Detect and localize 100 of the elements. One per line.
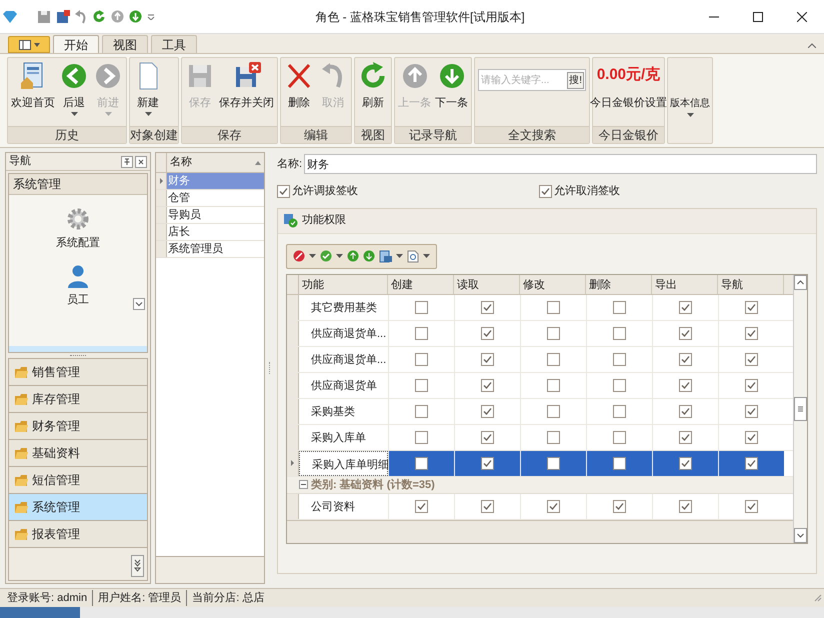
checkbox[interactable] <box>547 500 560 513</box>
column-header[interactable]: 导航 <box>718 274 784 294</box>
checkbox[interactable] <box>547 352 560 366</box>
down-arrow-icon[interactable] <box>129 10 142 23</box>
floppy-close-icon[interactable] <box>56 10 70 24</box>
checkbox[interactable] <box>613 404 626 418</box>
navigation-bar[interactable]: 库存管理 <box>8 385 148 413</box>
checkbox[interactable] <box>539 184 552 198</box>
app-menu-button[interactable] <box>8 36 50 53</box>
column-header[interactable]: 读取 <box>454 274 520 294</box>
checkbox[interactable] <box>745 300 758 314</box>
column-header[interactable]: 删除 <box>586 274 652 294</box>
ribbon-tab[interactable]: 开始 <box>53 35 99 53</box>
checkbox[interactable] <box>415 352 428 366</box>
checkbox[interactable] <box>613 326 626 340</box>
checkbox[interactable] <box>481 300 494 314</box>
column-header[interactable]: 功能 <box>299 274 388 294</box>
checkbox[interactable] <box>547 300 560 314</box>
checkbox[interactable] <box>679 378 692 392</box>
checkbox[interactable] <box>547 378 560 392</box>
ribbon-button[interactable]: 新建 <box>131 61 165 116</box>
column-header[interactable]: 创建 <box>388 274 454 294</box>
checkbox[interactable] <box>481 326 494 340</box>
checkbox[interactable] <box>745 404 758 418</box>
checkbox[interactable] <box>679 500 692 513</box>
down-arrow-icon[interactable] <box>363 250 375 262</box>
deny-icon[interactable] <box>293 250 305 262</box>
export-icon[interactable] <box>379 250 392 262</box>
checkbox[interactable] <box>745 326 758 340</box>
checkbox[interactable] <box>745 500 758 513</box>
name-field[interactable]: 财务 <box>304 154 817 174</box>
checkbox[interactable] <box>547 326 560 340</box>
undo-arrow-icon[interactable] <box>75 10 87 24</box>
checkbox[interactable] <box>613 500 626 513</box>
search-button[interactable]: 搜! <box>567 72 584 88</box>
close-icon[interactable] <box>797 12 807 22</box>
checkbox[interactable] <box>415 500 428 513</box>
checkbox[interactable] <box>547 404 560 418</box>
checkbox[interactable] <box>679 352 692 366</box>
checkbox[interactable] <box>415 430 428 444</box>
checkbox[interactable] <box>745 352 758 366</box>
ribbon-tab[interactable]: 视图 <box>102 35 148 53</box>
checkbox[interactable] <box>481 456 494 470</box>
dropdown-caret-icon[interactable] <box>147 14 155 20</box>
pin-icon[interactable] <box>121 156 133 168</box>
ribbon-tab[interactable]: 工具 <box>151 35 197 53</box>
column-header[interactable]: 导出 <box>652 274 718 294</box>
ribbon-button[interactable]: 后退 <box>57 61 91 116</box>
navigation-bar[interactable]: 系统管理 <box>8 493 148 521</box>
checkbox[interactable] <box>745 378 758 392</box>
collapse-ribbon-icon[interactable] <box>808 43 816 48</box>
checkbox[interactable] <box>415 326 428 340</box>
checkbox[interactable] <box>613 430 626 444</box>
checkbox[interactable] <box>277 184 290 198</box>
checkbox[interactable] <box>481 378 494 392</box>
navigation-bar[interactable]: 报表管理 <box>8 520 148 548</box>
checkbox[interactable] <box>481 430 494 444</box>
scroll-down-icon[interactable] <box>133 298 145 310</box>
checkbox[interactable] <box>613 300 626 314</box>
checkbox[interactable] <box>613 352 626 366</box>
checkbox[interactable] <box>481 404 494 418</box>
price-settings-button[interactable]: 今日金银价设置 <box>590 94 667 111</box>
ribbon-button[interactable]: 刷新 <box>356 61 390 110</box>
navigation-bar[interactable]: 财务管理 <box>8 412 148 440</box>
refresh-icon[interactable] <box>92 10 106 24</box>
checkbox[interactable] <box>547 456 560 470</box>
checkbox[interactable] <box>481 352 494 366</box>
checkbox[interactable] <box>415 300 428 314</box>
search-field[interactable]: 请输入关键字... 搜! <box>478 69 586 91</box>
navigation-bar[interactable]: 基础资料 <box>8 439 148 467</box>
navigation-item[interactable]: 系统配置 <box>9 195 147 252</box>
close-icon[interactable] <box>135 156 147 168</box>
checkbox[interactable] <box>679 300 692 314</box>
vertical-scrollbar[interactable] <box>793 274 807 542</box>
resize-grip-icon[interactable] <box>814 594 822 602</box>
checkbox[interactable] <box>415 456 428 470</box>
checkbox[interactable] <box>745 456 758 470</box>
ribbon-button[interactable]: 欢迎首页 <box>9 61 57 110</box>
checkbox[interactable] <box>679 404 692 418</box>
up-arrow-icon[interactable] <box>347 250 359 262</box>
more-chevron-icon[interactable] <box>131 555 144 577</box>
checkbox[interactable] <box>679 456 692 470</box>
collapse-icon[interactable] <box>299 480 308 490</box>
column-header[interactable]: 修改 <box>520 274 586 294</box>
checkbox[interactable] <box>415 378 428 392</box>
checkbox[interactable] <box>481 500 494 513</box>
navigation-bar[interactable]: 销售管理 <box>8 358 148 386</box>
ribbon-button[interactable]: 下一条 <box>433 61 470 110</box>
ribbon-button[interactable]: 保存并关闭 <box>217 61 276 110</box>
checkbox[interactable] <box>679 326 692 340</box>
navigation-item[interactable]: 员工 <box>9 252 147 308</box>
checkbox[interactable] <box>415 404 428 418</box>
ribbon-button[interactable]: 删除 <box>282 61 316 110</box>
checkbox[interactable] <box>613 456 626 470</box>
maximize-icon[interactable] <box>753 12 763 22</box>
checkbox[interactable] <box>547 430 560 444</box>
preview-icon[interactable] <box>407 250 419 262</box>
checkbox[interactable] <box>745 430 758 444</box>
allow-icon[interactable] <box>320 250 332 262</box>
checkbox[interactable] <box>679 430 692 444</box>
